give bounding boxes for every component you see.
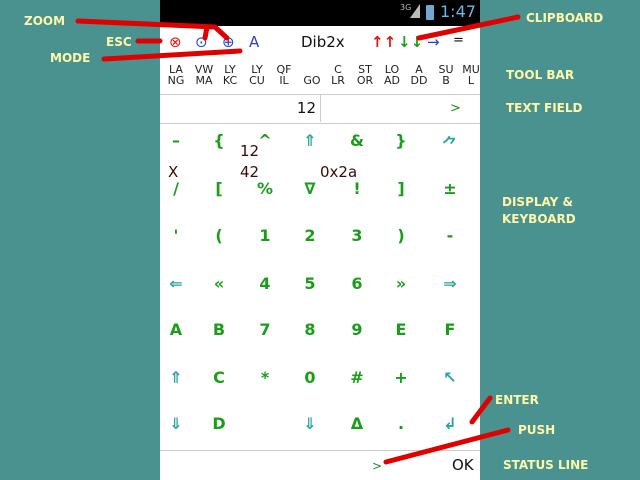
clipboard-arrow — [416, 14, 521, 41]
zoom-arrow-branch — [202, 24, 210, 41]
enter-arrow — [469, 395, 493, 425]
mode-arrow — [101, 48, 243, 62]
annotation-arrows — [75, 14, 521, 465]
push-arrow — [383, 427, 511, 465]
